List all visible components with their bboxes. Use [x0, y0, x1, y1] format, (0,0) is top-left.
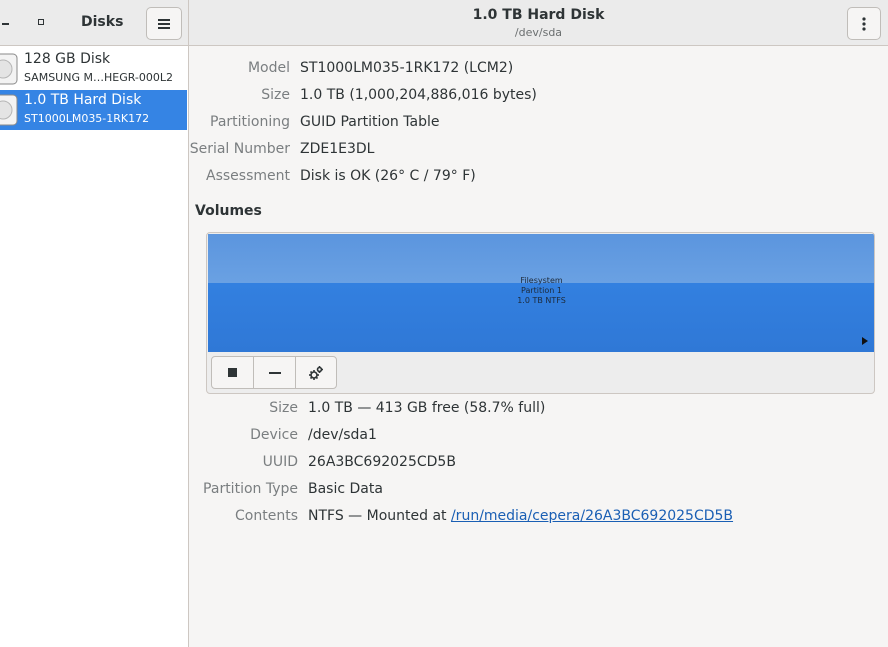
gears-icon [308, 365, 323, 380]
uuid-label: UUID [262, 454, 298, 470]
serial-number-label: Serial Number [189, 141, 290, 157]
minimize-icon[interactable] [2, 23, 9, 25]
size-label: Size [261, 87, 290, 103]
main-menu-button[interactable] [146, 7, 182, 40]
size-value: 1.0 TB (1,000,204,886,016 bytes) [300, 87, 537, 103]
additional-options-button[interactable] [294, 357, 336, 388]
contents-value: NTFS — Mounted at /run/media/cepera/26A3… [308, 508, 733, 524]
app-title: Disks [81, 14, 124, 30]
volume-toolbar [211, 356, 337, 389]
partition-type-value: Basic Data [308, 481, 383, 497]
scroll-right-arrow-icon[interactable] [862, 337, 868, 345]
serial-number-value: ZDE1E3DL [300, 141, 375, 157]
assessment-label: Assessment [206, 168, 290, 184]
unmount-button[interactable] [212, 357, 253, 388]
device-label: Device [250, 427, 298, 443]
drive-menu-button[interactable] [847, 7, 881, 40]
partitioning-value: GUID Partition Table [300, 114, 440, 130]
hamburger-icon [158, 18, 170, 29]
contents-label: Contents [235, 508, 298, 524]
minus-icon [268, 371, 281, 374]
partition-type-label: Partition Type [203, 481, 298, 497]
stop-icon [228, 368, 238, 377]
sidebar-header: Disks [0, 0, 188, 46]
main-header: 1.0 TB Hard Disk /dev/sda [189, 0, 888, 46]
partition-1-label: Filesystem Partition 1 1.0 TB NTFS [208, 276, 874, 306]
device-value: /dev/sda1 [308, 427, 377, 443]
partition-type-text: Filesystem [520, 276, 563, 285]
partition-size-text: 1.0 TB NTFS [517, 296, 566, 305]
model-label: Model [247, 60, 290, 76]
mount-point-link[interactable]: /run/media/cepera/26A3BC692025CD5B [451, 508, 733, 524]
delete-partition-button[interactable] [253, 357, 294, 388]
volume-size-value: 1.0 TB — 413 GB free (58.7% full) [308, 400, 546, 416]
volume-size-label: Size [269, 400, 298, 416]
partition-number-text: Partition 1 [521, 286, 562, 295]
volumes-heading: Volumes [195, 203, 262, 219]
contents-prefix: NTFS — Mounted at [308, 508, 451, 524]
drive-device-path: /dev/sda [514, 26, 563, 39]
uuid-value: 26A3BC692025CD5B [308, 454, 456, 470]
maximize-icon[interactable] [38, 19, 44, 25]
kebab-icon [862, 16, 866, 31]
assessment-value: Disk is OK (26° C / 79° F) [300, 168, 476, 184]
model-value: ST1000LM035-1RK172 (LCM2) [300, 60, 514, 76]
partitioning-label: Partitioning [210, 114, 290, 130]
volume-map: Filesystem Partition 1 1.0 TB NTFS [206, 232, 875, 394]
drive-title: 1.0 TB Hard Disk [472, 7, 605, 23]
